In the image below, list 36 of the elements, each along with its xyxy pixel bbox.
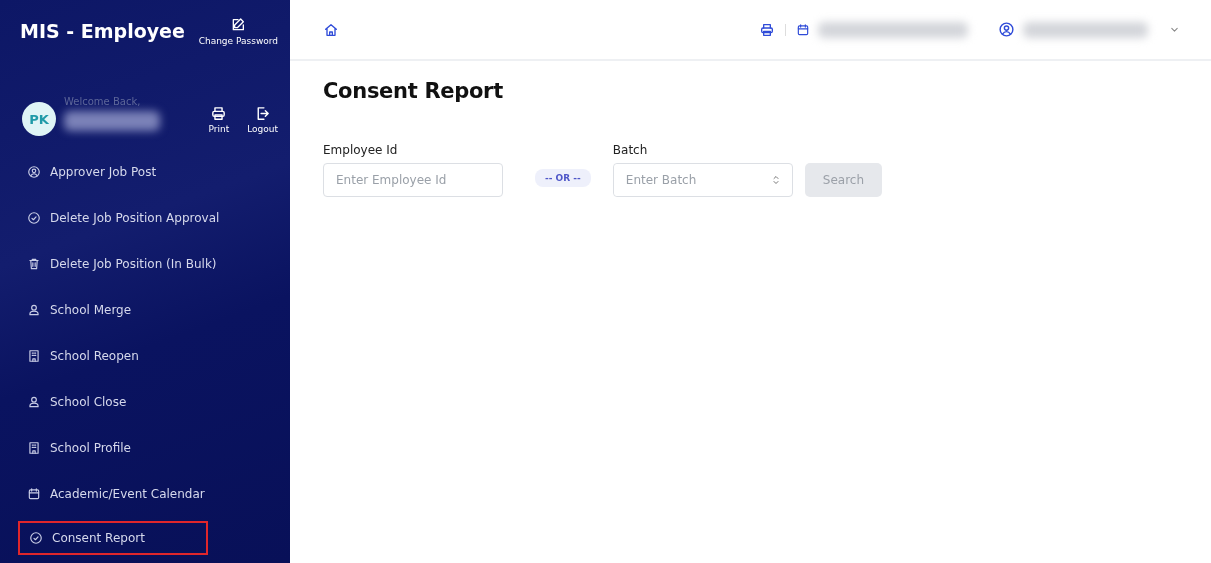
change-password-button[interactable]: Change Password [198,16,278,46]
check-circle-icon [27,211,41,225]
user-circle-icon [998,21,1015,38]
trash-icon [27,257,41,271]
app-title: MIS - Employee [20,20,185,42]
person-icon [27,303,41,317]
menu-item[interactable]: Academic/Event Calendar [10,471,260,517]
calendar-icon [27,487,41,501]
home-icon [323,21,339,38]
welcome-text: Welcome Back, [64,95,142,107]
building-icon [27,441,41,455]
field-label: Employee Id [323,143,399,157]
building-icon [27,349,41,363]
check-circle-icon [29,531,43,545]
printer-icon [210,104,228,122]
menu-item[interactable]: School Close [10,379,260,425]
print-button[interactable]: Print [208,104,230,134]
calendar-icon [796,22,810,37]
page-title: Consent Report [323,79,504,103]
menu-item[interactable]: Approver Job Post [10,149,260,195]
edit-icon [230,16,247,33]
printer-icon [759,21,775,38]
logout-button[interactable]: Logout [247,104,278,134]
user-circle-icon [27,165,41,179]
menu-item[interactable]: Delete Job Position Approval [10,195,260,241]
field-label: Batch [612,143,649,157]
menu-item[interactable]: Delete Job Position (In Bulk) [10,241,260,287]
employee-id-field[interactable]: Enter Employee Id [323,163,503,197]
batch-field[interactable]: Enter Batch [612,163,793,197]
avatar: PK [22,102,56,136]
menu-item[interactable]: School Profile [10,425,260,471]
menu-item[interactable]: Consent Report [18,521,208,555]
or-separator: -- OR -- [535,169,591,187]
menu-item[interactable]: School Merge [10,287,260,333]
person-icon [27,395,41,409]
menu-item[interactable]: School Reopen [10,333,260,379]
